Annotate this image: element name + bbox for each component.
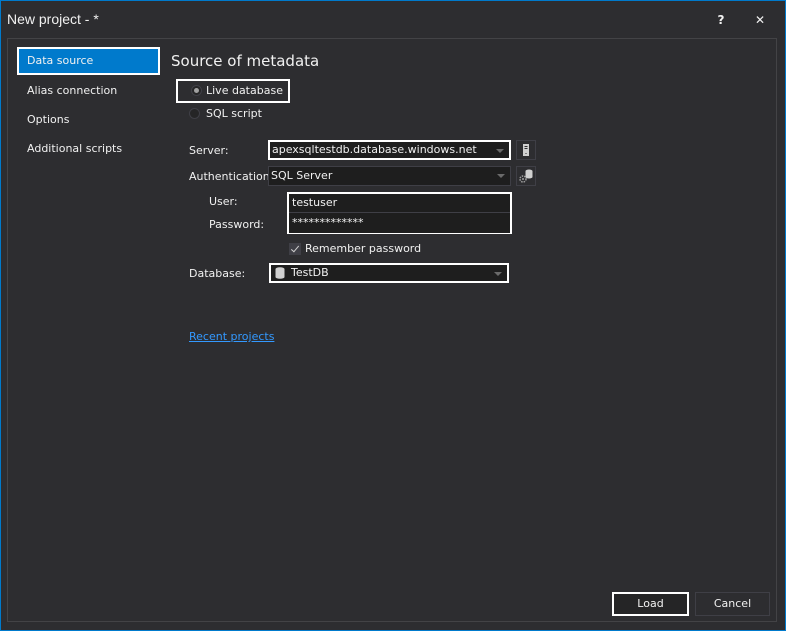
load-button[interactable]: Load xyxy=(612,592,689,616)
sidebar-item-label: Additional scripts xyxy=(27,142,123,155)
live-database-radio[interactable]: Live database xyxy=(176,79,290,103)
server-icon xyxy=(523,144,529,156)
sidebar-item-alias-connection[interactable]: Alias connection xyxy=(17,77,160,105)
server-label: Server: xyxy=(189,144,229,157)
database-settings-icon xyxy=(519,169,533,183)
remember-password-label: Remember password xyxy=(305,242,422,255)
authentication-label: Authentication: xyxy=(189,170,274,183)
database-icon xyxy=(275,267,285,279)
server-combobox[interactable]: apexsqltestdb.database.windows.net xyxy=(268,140,511,160)
sidebar-item-label: Data source xyxy=(27,54,94,67)
password-label: Password: xyxy=(209,218,265,231)
chevron-down-icon xyxy=(497,174,505,178)
radio-unchecked-icon xyxy=(189,108,200,119)
database-label: Database: xyxy=(189,267,246,280)
cancel-button[interactable]: Cancel xyxy=(695,592,770,616)
recent-projects-link[interactable]: Recent projects xyxy=(189,330,274,343)
sql-script-radio[interactable]: SQL script xyxy=(178,104,288,124)
chevron-down-icon xyxy=(494,272,502,276)
radio-label: Live database xyxy=(206,84,283,97)
user-input[interactable]: testuser xyxy=(289,194,510,213)
credentials-group: testuser ************* xyxy=(287,192,512,234)
radio-label: SQL script xyxy=(206,107,262,120)
database-combobox[interactable]: TestDB xyxy=(269,263,509,283)
close-button[interactable]: ✕ xyxy=(748,9,772,31)
sidebar-item-additional-scripts[interactable]: Additional scripts xyxy=(17,135,160,163)
authentication-combobox[interactable]: SQL Server xyxy=(268,166,511,186)
authentication-settings-button[interactable] xyxy=(516,166,536,186)
sidebar-item-label: Alias connection xyxy=(27,84,118,97)
password-input[interactable]: ************* xyxy=(289,214,510,233)
user-label: User: xyxy=(209,195,238,208)
browse-server-button[interactable] xyxy=(516,140,536,160)
title-bar: New project - * ? ✕ xyxy=(1,1,785,39)
database-value: TestDB xyxy=(291,266,329,279)
close-icon: ✕ xyxy=(754,13,766,27)
sidebar-item-options[interactable]: Options xyxy=(17,106,160,134)
authentication-value: SQL Server xyxy=(271,169,333,182)
radio-checked-icon xyxy=(191,85,202,96)
checkmark-icon xyxy=(289,243,301,255)
window-title: New project - * xyxy=(7,11,99,27)
page-title: Source of metadata xyxy=(171,52,320,70)
help-button[interactable]: ? xyxy=(709,9,733,31)
chevron-down-icon xyxy=(496,149,504,153)
sidebar-item-label: Options xyxy=(27,113,70,126)
help-icon: ? xyxy=(717,13,725,27)
sidebar-item-data-source[interactable]: Data source xyxy=(17,47,160,75)
server-value: apexsqltestdb.database.windows.net xyxy=(272,143,477,156)
